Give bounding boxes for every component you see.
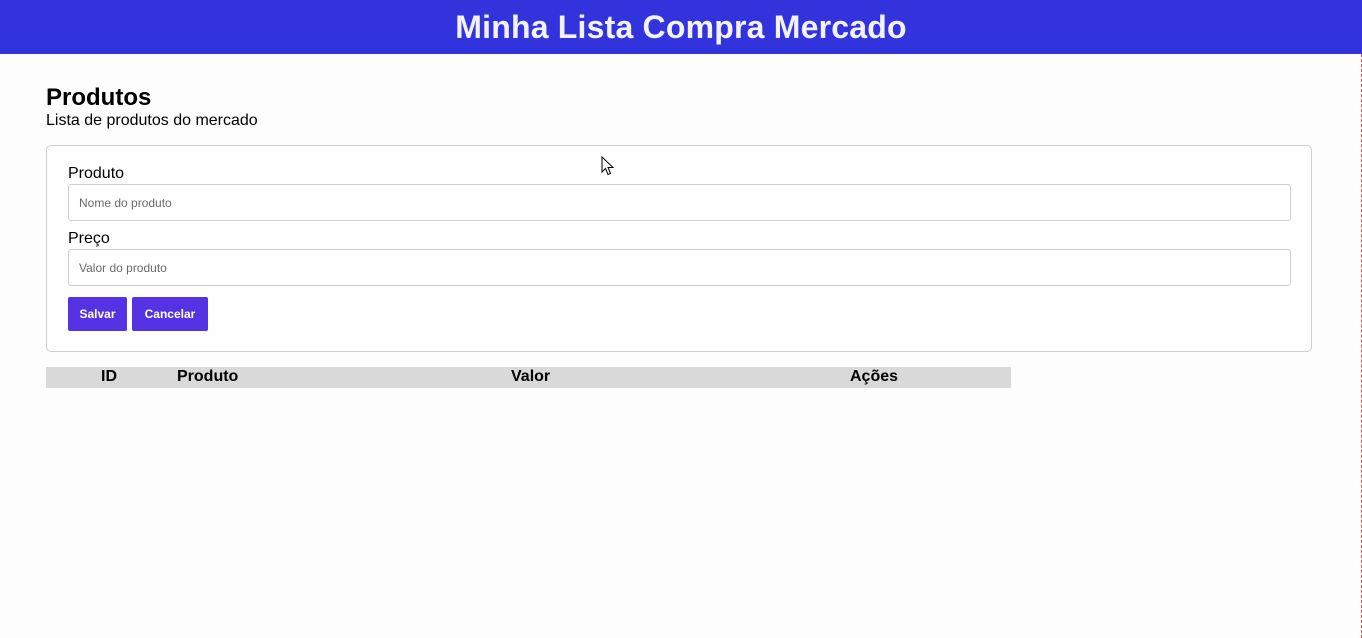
column-header-product: Produto	[177, 368, 239, 385]
product-price-input[interactable]	[68, 249, 1291, 286]
product-price-label: Preço	[68, 230, 110, 247]
cancel-button[interactable]: Cancelar	[132, 297, 208, 331]
page-title: Produtos	[46, 84, 152, 111]
app-header: Minha Lista Compra Mercado	[0, 0, 1362, 54]
column-header-id: ID	[101, 368, 117, 385]
save-button[interactable]: Salvar	[68, 297, 127, 331]
products-table-header: ID Produto Valor Ações	[46, 367, 1011, 388]
app-title: Minha Lista Compra Mercado	[455, 8, 907, 45]
column-header-value: Valor	[511, 368, 551, 385]
page-subtitle: Lista de produtos do mercado	[46, 112, 258, 129]
column-header-actions: Ações	[850, 368, 899, 385]
mouse-cursor-icon	[601, 156, 615, 176]
product-form: Produto Preço Salvar Cancelar	[46, 145, 1312, 352]
product-name-label: Produto	[68, 165, 125, 182]
product-name-input[interactable]	[68, 184, 1291, 221]
